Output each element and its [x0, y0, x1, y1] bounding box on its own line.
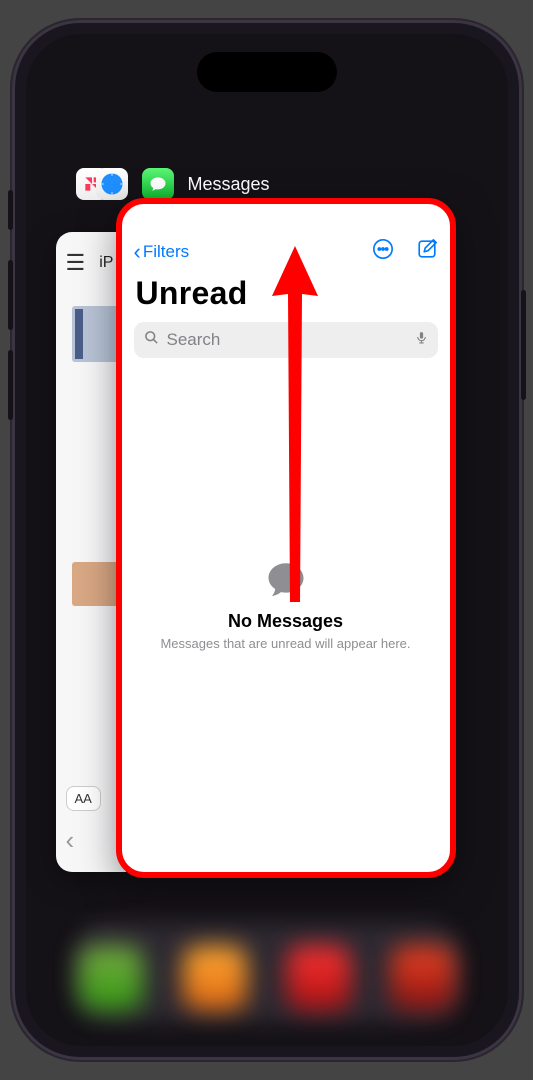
- safari-thumbnail-1: [72, 306, 120, 362]
- mute-switch[interactable]: [8, 190, 13, 230]
- iphone-frame: Messages ☰ iP AA ‹ ‹ Filters: [12, 20, 522, 1060]
- safari-back-icon: ‹: [66, 825, 116, 856]
- dock-app-1: [79, 946, 143, 1010]
- search-field[interactable]: Search: [134, 322, 438, 358]
- app-switcher-card-messages[interactable]: ‹ Filters Unread Search: [120, 202, 452, 874]
- dictation-icon[interactable]: [415, 329, 428, 351]
- empty-subtitle: Messages that are unread will appear her…: [140, 636, 432, 651]
- app-switcher-card-safari[interactable]: ☰ iP AA ‹: [56, 232, 126, 872]
- filters-back-button[interactable]: ‹ Filters: [134, 241, 190, 263]
- text-size-button: AA: [66, 786, 101, 811]
- volume-up-button[interactable]: [8, 260, 13, 330]
- search-placeholder: Search: [167, 330, 407, 350]
- dynamic-island: [197, 52, 337, 92]
- messages-nav-bar: ‹ Filters: [120, 202, 452, 273]
- search-icon: [144, 330, 159, 350]
- screen: Messages ☰ iP AA ‹ ‹ Filters: [26, 34, 508, 1046]
- safari-header-text: iP: [99, 254, 113, 272]
- app-switcher-app-label: Messages: [188, 174, 270, 195]
- side-button[interactable]: [521, 290, 526, 400]
- more-button[interactable]: [372, 238, 394, 265]
- app-switcher-header: Messages: [76, 168, 270, 200]
- messages-title: Unread: [120, 273, 452, 322]
- dock-app-2: [183, 946, 247, 1010]
- empty-state: No Messages Messages that are unread wil…: [120, 558, 452, 651]
- volume-down-button[interactable]: [8, 350, 13, 420]
- empty-title: No Messages: [140, 611, 432, 632]
- safari-app-icon: [96, 168, 128, 200]
- speech-bubble-icon: [263, 558, 309, 605]
- dock-apps: [26, 946, 508, 1010]
- filters-back-label: Filters: [143, 242, 189, 262]
- safari-thumbnail-2: [72, 562, 120, 606]
- chevron-left-icon: ‹: [134, 241, 141, 263]
- messages-app-icon: [142, 168, 174, 200]
- dock-app-4: [391, 946, 455, 1010]
- hamburger-icon: ☰: [66, 250, 86, 276]
- dock-app-3: [287, 946, 351, 1010]
- compose-button[interactable]: [416, 238, 438, 265]
